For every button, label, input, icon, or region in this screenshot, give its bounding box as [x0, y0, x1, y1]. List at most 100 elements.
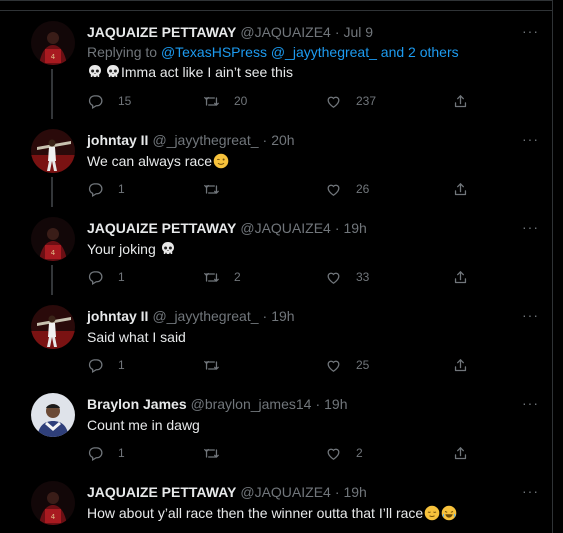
retweet-button[interactable]: 20 — [203, 91, 247, 111]
avatar[interactable]: 4 — [31, 217, 75, 261]
tweet[interactable]: 4 JAQUAIZE PETTAWAY @JAQUAIZE4 · 19h ···… — [0, 207, 552, 295]
like-count: 33 — [356, 270, 370, 284]
reply-button[interactable]: 1 — [87, 355, 125, 375]
tweet-text: Imma act like I ain’t see this — [87, 64, 539, 80]
wink-emoji — [213, 153, 229, 169]
share-icon — [452, 445, 469, 462]
timestamp[interactable]: 19h — [271, 308, 294, 324]
user-handle[interactable]: @JAQUAIZE4 — [240, 484, 330, 500]
like-button[interactable]: 33 — [325, 267, 369, 287]
reply-count: 1 — [118, 358, 125, 372]
display-name[interactable]: JAQUAIZE PETTAWAY — [87, 24, 236, 40]
user-handle[interactable]: @JAQUAIZE4 — [240, 24, 330, 40]
separator: · — [262, 308, 268, 324]
more-options-icon[interactable]: ··· — [522, 307, 539, 323]
display-name[interactable]: Braylon James — [87, 396, 187, 412]
like-button[interactable]: 2 — [325, 443, 363, 463]
replying-to: Replying to @TexasHSPress @_jayythegreat… — [87, 44, 539, 60]
retweet-icon — [203, 269, 220, 286]
conversation-thread: 4 JAQUAIZE PETTAWAY @JAQUAIZE4 · Jul 9 ·… — [0, 0, 553, 533]
more-options-icon[interactable]: ··· — [522, 395, 539, 411]
retweet-button[interactable]: 2 — [203, 267, 241, 287]
relieved-emoji — [424, 505, 440, 521]
tweet-body: Imma act like I ain’t see this — [121, 64, 293, 80]
retweet-button[interactable] — [203, 355, 234, 375]
tweet-text: Your joking — [87, 241, 539, 257]
retweet-button[interactable] — [203, 179, 234, 199]
retweet-button[interactable] — [203, 443, 234, 463]
tweet[interactable]: Braylon James @braylon_james14 · 19h ···… — [0, 383, 552, 471]
reply-button[interactable]: 1 — [87, 179, 125, 199]
display-name[interactable]: JAQUAIZE PETTAWAY — [87, 220, 236, 236]
share-icon — [452, 93, 469, 110]
avatar[interactable] — [31, 305, 75, 349]
tweet-text: We can always race — [87, 153, 539, 169]
more-options-icon[interactable]: ··· — [522, 483, 539, 499]
separator: · — [334, 220, 340, 236]
tweet-body: How about y’all race then the winner out… — [87, 505, 424, 521]
skull-emoji — [87, 64, 103, 80]
share-icon — [452, 181, 469, 198]
retweet-icon — [203, 181, 220, 198]
display-name[interactable]: johntay II — [87, 132, 148, 148]
tweet[interactable]: johntay II @_jayythegreat_ · 20h ··· We … — [0, 119, 552, 207]
like-button[interactable]: 26 — [325, 179, 369, 199]
like-count: 2 — [356, 446, 363, 460]
like-count: 237 — [356, 94, 377, 108]
svg-text:4: 4 — [51, 249, 56, 257]
timestamp[interactable]: 20h — [271, 132, 294, 148]
user-handle[interactable]: @JAQUAIZE4 — [240, 220, 330, 236]
reply-icon — [87, 445, 104, 462]
separator: · — [262, 132, 268, 148]
share-button[interactable] — [452, 179, 469, 199]
reply-icon — [87, 181, 104, 198]
share-icon — [452, 269, 469, 286]
timestamp[interactable]: 19h — [324, 396, 347, 412]
timestamp[interactable]: 19h — [343, 484, 366, 500]
more-options-icon[interactable]: ··· — [522, 219, 539, 235]
svg-text:4: 4 — [51, 513, 56, 521]
more-options-icon[interactable]: ··· — [522, 23, 539, 39]
share-button[interactable] — [452, 443, 469, 463]
like-button[interactable]: 25 — [325, 355, 369, 375]
tweet-actions: 1 2 — [87, 443, 477, 463]
share-button[interactable] — [452, 355, 469, 375]
avatar[interactable] — [31, 393, 75, 437]
thread-line — [51, 177, 53, 207]
replying-to-links[interactable]: @TexasHSPress @_jayythegreat_ and 2 othe… — [161, 44, 459, 60]
reply-count: 1 — [118, 270, 125, 284]
reply-count: 1 — [118, 446, 125, 460]
like-icon — [325, 181, 342, 198]
tweet-actions: 1 2 33 — [87, 267, 477, 287]
replying-to-label: Replying to — [87, 44, 161, 60]
more-options-icon[interactable]: ··· — [522, 131, 539, 147]
tweet-text: How about y’all race then the winner out… — [87, 505, 539, 521]
avatar[interactable]: 4 — [31, 21, 75, 65]
display-name[interactable]: johntay II — [87, 308, 148, 324]
like-icon — [325, 445, 342, 462]
tweet[interactable]: 4 JAQUAIZE PETTAWAY @JAQUAIZE4 · 19h ···… — [0, 471, 552, 533]
reply-button[interactable]: 15 — [87, 91, 131, 111]
user-handle[interactable]: @_jayythegreat_ — [152, 132, 258, 148]
reply-button[interactable]: 1 — [87, 267, 125, 287]
avatar[interactable]: 4 — [31, 481, 75, 525]
tweet-actions: 15 20 237 — [87, 91, 477, 111]
reply-button[interactable]: 1 — [87, 443, 125, 463]
like-count: 25 — [356, 358, 370, 372]
separator: · — [334, 24, 340, 40]
timestamp[interactable]: 19h — [343, 220, 366, 236]
tweet[interactable]: johntay II @_jayythegreat_ · 19h ··· Sai… — [0, 295, 552, 383]
like-button[interactable]: 237 — [325, 91, 376, 111]
tweet-body: Your joking — [87, 241, 156, 257]
user-handle[interactable]: @_jayythegreat_ — [152, 308, 258, 324]
share-button[interactable] — [452, 267, 469, 287]
user-handle[interactable]: @braylon_james14 — [191, 396, 312, 412]
share-button[interactable] — [452, 91, 469, 111]
tweet-body: Said what I said — [87, 329, 186, 345]
display-name[interactable]: JAQUAIZE PETTAWAY — [87, 484, 236, 500]
separator: · — [334, 484, 340, 500]
reply-icon — [87, 357, 104, 374]
avatar[interactable] — [31, 129, 75, 173]
tweet[interactable]: 4 JAQUAIZE PETTAWAY @JAQUAIZE4 · Jul 9 ·… — [0, 11, 552, 119]
timestamp[interactable]: Jul 9 — [343, 24, 373, 40]
